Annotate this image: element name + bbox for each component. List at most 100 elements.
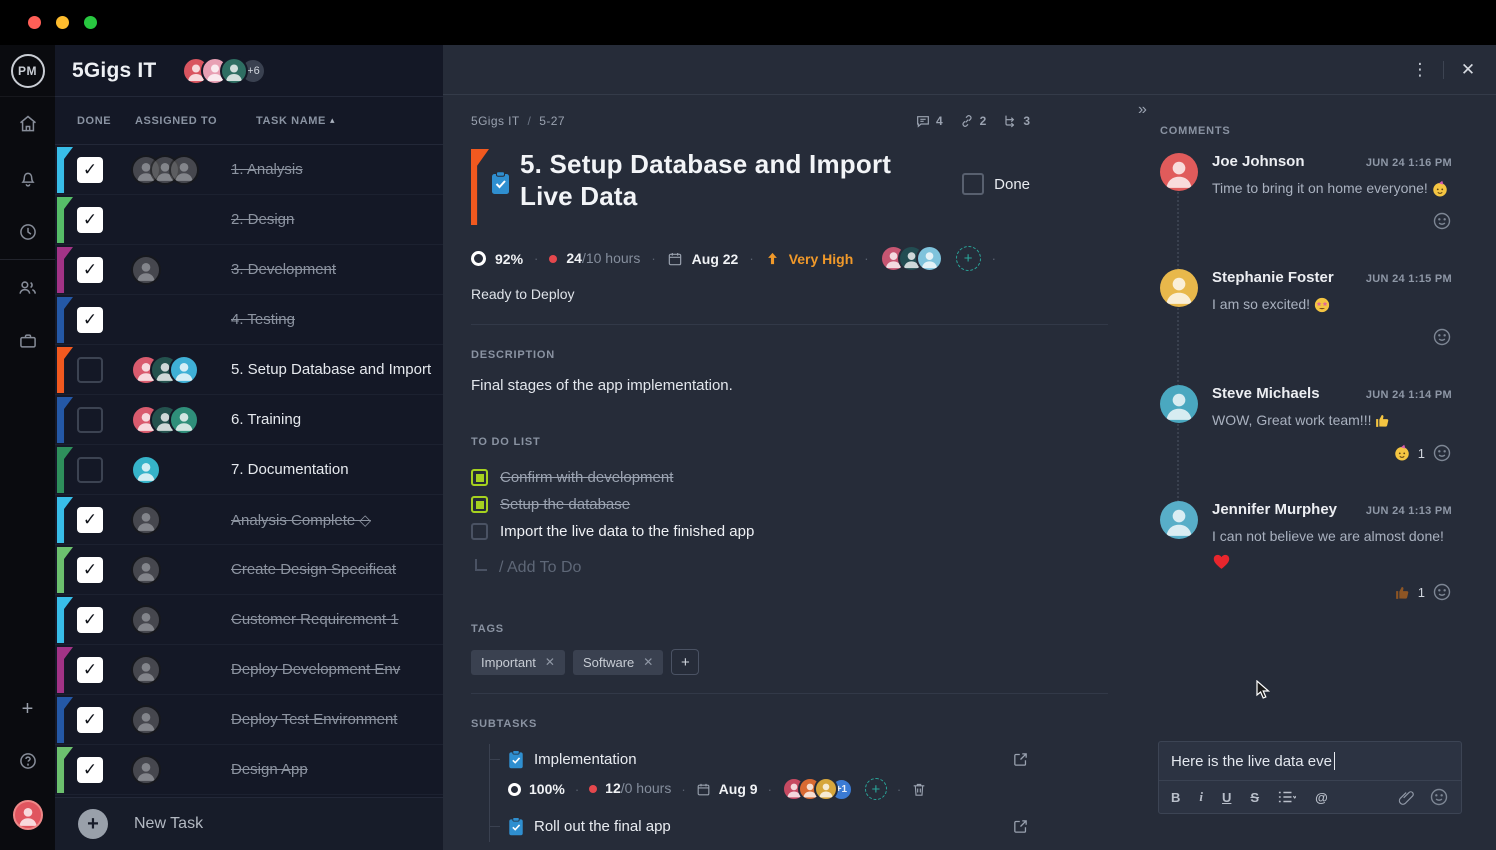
comments-count[interactable]: 4 xyxy=(915,113,943,129)
subtasks-count[interactable]: 3 xyxy=(1002,113,1030,129)
add-reaction-icon[interactable] xyxy=(1432,211,1452,231)
comment-author[interactable]: Joe Johnson xyxy=(1212,153,1305,170)
subtask-item[interactable]: Implementation 100%· 12/0 hours· Aug 9·+… xyxy=(490,744,1029,811)
format-u-button[interactable]: U xyxy=(1222,790,1231,805)
list-icon[interactable] xyxy=(1278,790,1296,804)
party-face-reaction[interactable] xyxy=(1393,444,1411,462)
add-assignee-icon[interactable]: + xyxy=(956,246,981,271)
task-done-checkbox[interactable]: ✓ xyxy=(77,207,103,233)
task-done-checkbox[interactable]: ✓ xyxy=(77,157,103,183)
task-name[interactable]: Analysis Complete ◇ xyxy=(231,511,443,529)
format-b-button[interactable]: B xyxy=(1171,790,1180,805)
hours-logged[interactable]: 24 xyxy=(566,250,582,266)
open-subtask-icon[interactable] xyxy=(1012,751,1029,768)
done-checkbox-box[interactable] xyxy=(962,173,984,195)
task-row[interactable]: ✓ 3. Development xyxy=(55,245,443,295)
projects-icon[interactable] xyxy=(0,314,55,368)
people-icon[interactable] xyxy=(0,260,55,314)
task-done-checkbox[interactable] xyxy=(77,457,103,483)
maximize-traffic-light[interactable] xyxy=(84,16,97,29)
task-row[interactable]: 6. Training xyxy=(55,395,443,445)
more-options-icon[interactable]: ⋮ xyxy=(1407,60,1433,80)
close-icon[interactable]: ✕ xyxy=(1454,60,1482,80)
task-row[interactable]: ✓Analysis Complete ◇ xyxy=(55,495,443,545)
task-name[interactable]: Design App xyxy=(231,761,443,778)
help-icon[interactable] xyxy=(0,734,55,788)
add-reaction-icon[interactable] xyxy=(1432,327,1452,347)
app-logo[interactable]: PM xyxy=(0,45,55,97)
task-title[interactable]: 5. Setup Database and Import Live Data xyxy=(520,149,950,212)
todo-item[interactable]: Import the live data to the finished app xyxy=(471,518,1030,545)
todo-item[interactable]: Setup the database xyxy=(471,491,1030,518)
todo-checkbox[interactable] xyxy=(471,496,488,513)
thumbs-up-dark-reaction[interactable] xyxy=(1394,584,1411,601)
format-i-button[interactable]: i xyxy=(1199,789,1203,805)
progress-value[interactable]: 92% xyxy=(495,251,523,267)
comment-author[interactable]: Steve Michaels xyxy=(1212,385,1320,402)
notifications-icon[interactable] xyxy=(0,151,55,205)
subtask-avatars[interactable]: +1 xyxy=(782,777,853,801)
remove-tag-icon[interactable]: ✕ xyxy=(643,655,653,669)
task-name[interactable]: Deploy Test Environment xyxy=(231,711,443,728)
column-assigned-to[interactable]: ASSIGNED TO xyxy=(135,115,256,127)
add-icon[interactable]: + xyxy=(0,684,55,734)
comment-author[interactable]: Jennifer Murphey xyxy=(1212,501,1337,518)
comment-input-value[interactable]: Here is the live data eve xyxy=(1171,753,1332,770)
format-@-button[interactable]: @ xyxy=(1315,790,1328,805)
comment-input[interactable]: Here is the live data eve Bi U S @ xyxy=(1158,741,1462,814)
due-date[interactable]: Aug 22 xyxy=(692,251,739,267)
comment-author[interactable]: Stephanie Foster xyxy=(1212,269,1334,286)
subtask-title[interactable]: Roll out the final app xyxy=(534,818,671,835)
format-s-button[interactable]: S xyxy=(1250,790,1259,805)
task-row[interactable]: ✓ Deploy Test Environment xyxy=(55,695,443,745)
column-done[interactable]: DONE xyxy=(77,115,129,127)
task-row[interactable]: ✓ Customer Requirement 1 xyxy=(55,595,443,645)
member-avatars[interactable]: +6 xyxy=(182,57,266,85)
task-done-checkbox[interactable]: ✓ xyxy=(77,307,103,333)
close-traffic-light[interactable] xyxy=(28,16,41,29)
task-name[interactable]: 2. Design xyxy=(231,211,443,228)
user-avatar[interactable] xyxy=(0,788,55,842)
task-row[interactable]: 7. Documentation xyxy=(55,445,443,495)
add-todo-input[interactable]: / Add To Do xyxy=(471,559,1030,577)
task-row[interactable]: ✓Deploy Development Env xyxy=(55,645,443,695)
subtask-title[interactable]: Implementation xyxy=(534,751,637,768)
breadcrumb[interactable]: 5Gigs IT/5-27 xyxy=(471,114,565,128)
assignee-avatars[interactable] xyxy=(880,245,943,272)
task-name[interactable]: 3. Development xyxy=(231,261,443,278)
task-name[interactable]: Customer Requirement 1 xyxy=(231,611,443,628)
priority-label[interactable]: Very High xyxy=(789,251,854,267)
task-name[interactable]: 6. Training xyxy=(231,411,443,428)
tag-chip[interactable]: Software✕ xyxy=(573,650,663,675)
task-name[interactable]: Create Design Specificat xyxy=(231,561,443,578)
task-row[interactable]: ✓ 4. Testing xyxy=(55,295,443,345)
done-checkbox[interactable]: Done xyxy=(962,173,1030,195)
task-done-checkbox[interactable]: ✓ xyxy=(77,607,103,633)
task-done-checkbox[interactable] xyxy=(77,407,103,433)
paperclip-icon[interactable] xyxy=(1398,789,1415,806)
workflow-status[interactable]: Ready to Deploy xyxy=(471,286,1030,302)
task-name[interactable]: Deploy Development Env xyxy=(231,661,443,678)
open-subtask-icon[interactable] xyxy=(1012,818,1029,835)
task-row[interactable]: ✓ Create Design Specificat xyxy=(55,545,443,595)
task-done-checkbox[interactable]: ✓ xyxy=(77,257,103,283)
column-task-name[interactable]: TASK NAME▴ xyxy=(256,115,335,127)
history-icon[interactable] xyxy=(0,205,55,259)
task-name[interactable]: 7. Documentation xyxy=(231,461,443,478)
task-row[interactable]: ✓1. Analysis xyxy=(55,145,443,195)
todo-checkbox[interactable] xyxy=(471,523,488,540)
description-text[interactable]: Final stages of the app implementation. xyxy=(471,377,1030,394)
home-icon[interactable] xyxy=(0,97,55,151)
task-done-checkbox[interactable]: ✓ xyxy=(77,557,103,583)
delete-subtask-icon[interactable] xyxy=(911,781,927,798)
task-done-checkbox[interactable]: ✓ xyxy=(77,757,103,783)
task-name[interactable]: 5. Setup Database and Import xyxy=(231,361,443,378)
task-done-checkbox[interactable]: ✓ xyxy=(77,707,103,733)
task-name[interactable]: 4. Testing xyxy=(231,311,443,328)
collapse-panel-icon[interactable]: » xyxy=(1138,101,1147,119)
new-task-button[interactable]: + New Task xyxy=(55,797,443,850)
add-tag-button[interactable]: + xyxy=(671,649,699,675)
task-row[interactable]: ✓ 2. Design xyxy=(55,195,443,245)
remove-tag-icon[interactable]: ✕ xyxy=(545,655,555,669)
task-row[interactable]: 5. Setup Database and Import xyxy=(55,345,443,395)
